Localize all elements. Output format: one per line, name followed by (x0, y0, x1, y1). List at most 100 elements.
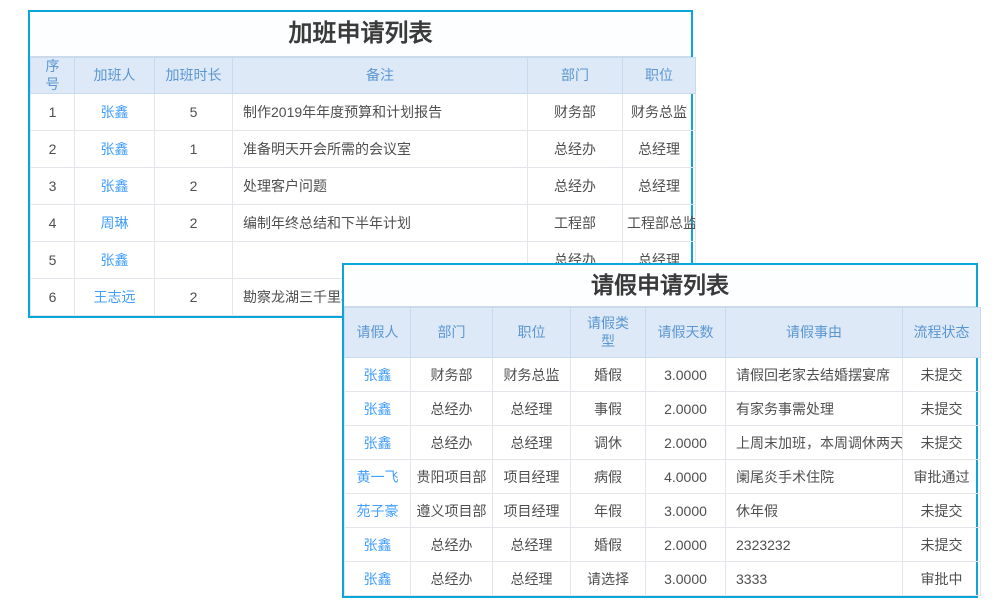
table-cell: 请假回老家去结婚摆宴席 (726, 358, 903, 392)
table-cell (155, 242, 233, 279)
column-header: 加班人 (75, 58, 155, 94)
table-cell: 婚假 (571, 528, 646, 562)
table-cell: 年假 (571, 494, 646, 528)
table-cell: 总经办 (411, 528, 493, 562)
table-cell: 王志远 (75, 279, 155, 316)
table-cell: 审批中 (903, 562, 981, 596)
leave-person-link[interactable]: 张鑫 (364, 435, 392, 451)
column-header: 部门 (528, 58, 623, 94)
table-cell: 婚假 (571, 358, 646, 392)
table-cell: 2 (155, 168, 233, 205)
header-row: 序号加班人加班时长备注部门职位 (31, 58, 696, 94)
table-cell: 3.0000 (646, 494, 726, 528)
table-cell: 准备明天开会所需的会议室 (233, 131, 528, 168)
leave-application-panel: 请假申请列表 请假人部门职位请假类型请假天数请假事由流程状态张鑫财务部财务总监婚… (342, 263, 978, 598)
table-cell: 未提交 (903, 358, 981, 392)
column-header: 流程状态 (903, 308, 981, 358)
page-canvas: { "colors": { "accent_border": "#0ba6d9"… (0, 0, 1000, 600)
leave-person-link[interactable]: 张鑫 (364, 537, 392, 553)
table-cell: 2.0000 (646, 426, 726, 460)
leave-person-link[interactable]: 张鑫 (364, 401, 392, 417)
table-cell: 张鑫 (345, 562, 411, 596)
table-cell: 遵义项目部 (411, 494, 493, 528)
column-header: 请假类型 (571, 308, 646, 358)
overtime-person-link[interactable]: 张鑫 (101, 141, 129, 157)
table-cell: 总经理 (493, 562, 571, 596)
table-row: 苑子豪遵义项目部项目经理年假3.0000休年假未提交 (345, 494, 981, 528)
overtime-person-link[interactable]: 王志远 (94, 289, 136, 305)
table-cell: 总经理 (623, 168, 696, 205)
table-cell: 2 (155, 279, 233, 316)
column-header: 部门 (411, 308, 493, 358)
table-cell: 未提交 (903, 392, 981, 426)
table-row: 黄一飞贵阳项目部项目经理病假4.0000阑尾炎手术住院审批通过 (345, 460, 981, 494)
table-cell: 总经办 (411, 392, 493, 426)
table-cell: 未提交 (903, 528, 981, 562)
table-cell: 财务总监 (493, 358, 571, 392)
table-cell: 病假 (571, 460, 646, 494)
table-cell: 总经办 (528, 131, 623, 168)
table-row: 张鑫总经办总经理请选择3.00003333审批中 (345, 562, 981, 596)
table-cell: 2 (31, 131, 75, 168)
table-cell: 张鑫 (345, 426, 411, 460)
table-cell: 事假 (571, 392, 646, 426)
column-header: 职位 (623, 58, 696, 94)
table-cell: 张鑫 (345, 528, 411, 562)
overtime-person-link[interactable]: 张鑫 (101, 252, 129, 268)
table-cell: 未提交 (903, 494, 981, 528)
column-header: 职位 (493, 308, 571, 358)
table-row: 张鑫 财务部财务总监婚假3.0000请假回老家去结婚摆宴席未提交 (345, 358, 981, 392)
leave-table: 请假人部门职位请假类型请假天数请假事由流程状态张鑫财务部财务总监婚假3.0000… (344, 307, 981, 596)
header-row: 请假人部门职位请假类型请假天数请假事由流程状态 (345, 308, 981, 358)
table-cell: 工程部总监 (623, 205, 696, 242)
table-cell: 1 (155, 131, 233, 168)
table-cell: 5 (31, 242, 75, 279)
column-header: 备注 (233, 58, 528, 94)
column-header: 请假人 (345, 308, 411, 358)
table-cell: 贵阳项目部 (411, 460, 493, 494)
table-cell: 2.0000 (646, 392, 726, 426)
table-cell: 2 (155, 205, 233, 242)
table-cell: 苑子豪 (345, 494, 411, 528)
table-cell: 编制年终总结和下半年计划 (233, 205, 528, 242)
leave-person-link[interactable]: 黄一飞 (357, 469, 399, 485)
table-cell: 总经办 (411, 562, 493, 596)
leave-person-link[interactable]: 张鑫 (364, 571, 392, 587)
table-cell: 总经理 (623, 131, 696, 168)
overtime-person-link[interactable]: 张鑫 (101, 178, 129, 194)
table-cell: 项目经理 (493, 460, 571, 494)
table-row: 2 张鑫 1准备明天开会所需的会议室总经办总经理 (31, 131, 696, 168)
column-header: 加班时长 (155, 58, 233, 94)
table-cell: 2.0000 (646, 528, 726, 562)
table-cell: 未提交 (903, 426, 981, 460)
table-cell: 张鑫 (75, 94, 155, 131)
table-cell: 总经理 (493, 528, 571, 562)
leave-person-link[interactable]: 张鑫 (364, 367, 392, 383)
table-cell: 处理客户问题 (233, 168, 528, 205)
table-cell: 张鑫 (345, 358, 411, 392)
table-cell: 财务总监 (623, 94, 696, 131)
table-cell: 6 (31, 279, 75, 316)
leave-person-link[interactable]: 苑子豪 (357, 503, 399, 519)
table-cell: 阑尾炎手术住院 (726, 460, 903, 494)
table-row: 1张鑫5制作2019年年度预算和计划报告财务部财务总监 (31, 94, 696, 131)
overtime-table-title: 加班申请列表 (30, 12, 691, 57)
column-header: 请假天数 (646, 308, 726, 358)
table-cell: 5 (155, 94, 233, 131)
leave-table-title: 请假申请列表 (344, 265, 976, 307)
table-cell: 制作2019年年度预算和计划报告 (233, 94, 528, 131)
column-header: 请假事由 (726, 308, 903, 358)
table-cell: 周琳 (75, 205, 155, 242)
overtime-person-link[interactable]: 张鑫 (101, 104, 129, 120)
table-cell: 3 (31, 168, 75, 205)
table-cell: 1 (31, 94, 75, 131)
table-cell: 工程部 (528, 205, 623, 242)
table-row: 4 周琳 2编制年终总结和下半年计划工程部工程部总监 (31, 205, 696, 242)
table-row: 张鑫总经办总经理调休2.0000上周末加班，本周调休两天未提交 (345, 426, 981, 460)
table-cell: 财务部 (411, 358, 493, 392)
table-cell: 上周末加班，本周调休两天 (726, 426, 903, 460)
overtime-person-link[interactable]: 周琳 (101, 215, 129, 231)
table-cell: 4 (31, 205, 75, 242)
table-cell: 调休 (571, 426, 646, 460)
table-cell: 3.0000 (646, 358, 726, 392)
